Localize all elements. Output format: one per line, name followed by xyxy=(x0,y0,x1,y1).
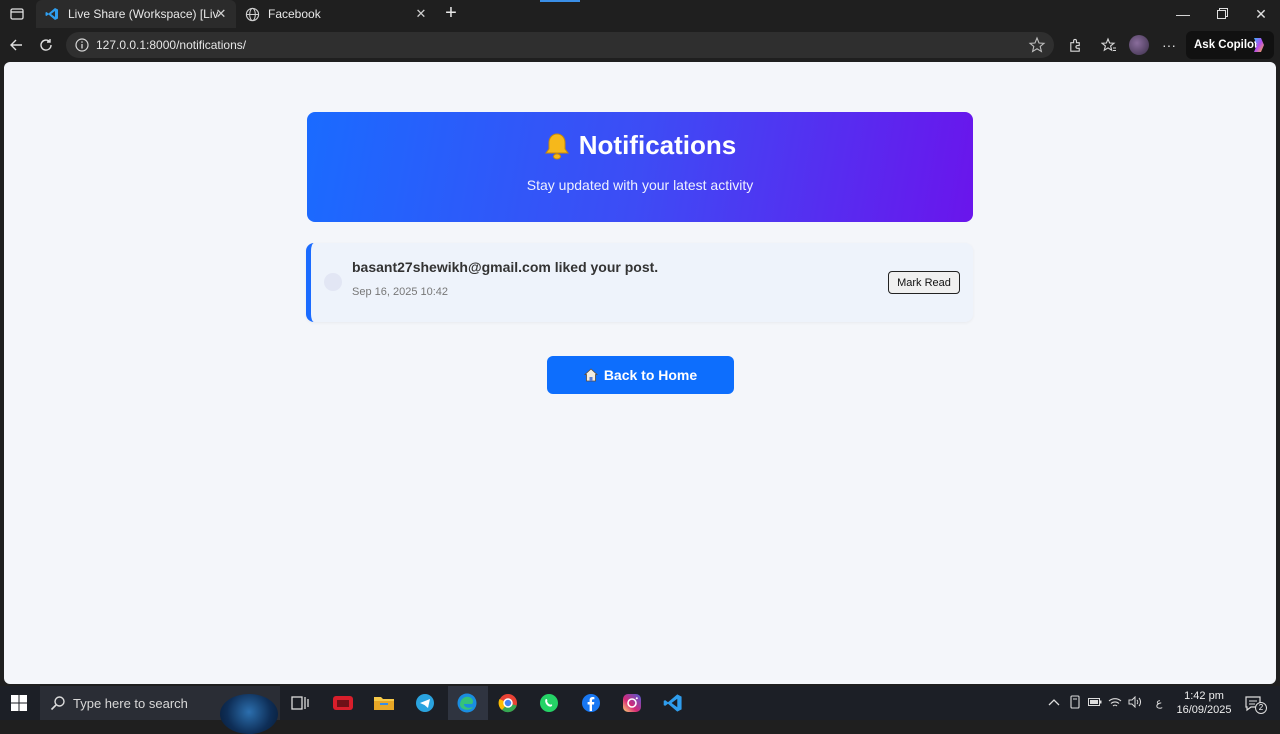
task-view-icon[interactable] xyxy=(289,692,311,714)
browser-toolbar: 127.0.0.1:8000/notifications/ ··· Ask Co… xyxy=(0,28,1280,62)
volume-icon[interactable] xyxy=(1128,695,1142,709)
back-to-home-label: Back to Home xyxy=(603,367,698,383)
vscode-icon xyxy=(44,6,60,22)
search-icon xyxy=(50,696,65,711)
search-placeholder: Type here to search xyxy=(73,696,188,711)
mark-read-button[interactable]: Mark Read xyxy=(888,271,960,294)
close-tab-icon[interactable]: ✕ xyxy=(214,7,228,21)
page-title: Notifications xyxy=(307,130,973,161)
address-bar[interactable]: 127.0.0.1:8000/notifications/ xyxy=(66,32,1054,58)
clock-time: 1:42 pm xyxy=(1184,690,1224,702)
page-title-text: Notifications xyxy=(578,130,737,160)
wifi-icon[interactable] xyxy=(1108,695,1122,709)
reload-button[interactable] xyxy=(36,35,56,55)
tab-actions-icon xyxy=(10,8,24,20)
browser-titlebar: Live Share (Workspace) [Live Shar ✕ Face… xyxy=(0,0,1280,28)
facebook-app-icon[interactable] xyxy=(580,692,602,714)
minimize-button[interactable]: — xyxy=(1173,4,1193,24)
copilot-icon xyxy=(1254,38,1264,52)
close-window-button[interactable]: ✕ xyxy=(1251,4,1271,24)
ask-copilot-button[interactable]: Ask Copilot xyxy=(1186,31,1274,59)
tab-live-share[interactable]: Live Share (Workspace) [Live Shar ✕ xyxy=(36,0,236,28)
reload-icon xyxy=(40,39,52,51)
url-text[interactable]: 127.0.0.1:8000/notifications/ xyxy=(96,38,246,52)
restore-button[interactable] xyxy=(1212,4,1232,24)
notification-timestamp: Sep 16, 2025 10:42 xyxy=(352,286,449,298)
tab-facebook[interactable]: Facebook ✕ xyxy=(236,0,436,28)
copilot-label: Ask Copilot xyxy=(1194,39,1258,51)
favorite-star-icon[interactable] xyxy=(1028,36,1046,54)
notification-item: basant27shewikh@gmail.com liked your pos… xyxy=(306,243,973,322)
page-viewport: Notifications Stay updated with your lat… xyxy=(4,62,1276,684)
tab-title: Facebook xyxy=(268,7,321,21)
input-language[interactable]: ع xyxy=(1152,695,1166,709)
notification-count-badge: 2 xyxy=(1255,702,1267,714)
taskbar-search[interactable]: Type here to search xyxy=(40,686,280,734)
profile-avatar[interactable] xyxy=(1129,35,1149,55)
globe-icon xyxy=(244,6,260,22)
restore-icon xyxy=(1216,8,1228,19)
favorites-icon[interactable] xyxy=(1099,35,1119,55)
notification-message: basant27shewikh@gmail.com liked your pos… xyxy=(352,259,659,275)
notifications-header: Notifications Stay updated with your lat… xyxy=(307,112,973,222)
page-subtitle: Stay updated with your latest activity xyxy=(526,177,754,193)
home-icon xyxy=(583,368,598,382)
chrome-icon[interactable] xyxy=(497,692,519,714)
tab-actions-button[interactable] xyxy=(6,4,28,24)
more-options-icon[interactable]: ··· xyxy=(1159,35,1179,55)
back-button[interactable] xyxy=(6,35,26,55)
telegram-icon[interactable] xyxy=(414,692,436,714)
edge-browser-icon[interactable] xyxy=(456,692,478,714)
windows-taskbar: Type here to search ع 1:42 pm 16/09/2025… xyxy=(0,686,1280,734)
back-to-home-button[interactable]: Back to Home xyxy=(547,356,734,394)
info-icon[interactable] xyxy=(74,37,90,53)
arrow-left-icon xyxy=(10,39,22,51)
bell-icon xyxy=(544,132,569,159)
vscode-taskbar-icon[interactable] xyxy=(662,692,684,714)
photo-app-icon[interactable] xyxy=(332,692,354,714)
chevron-up-icon[interactable] xyxy=(1047,695,1061,709)
tab-indicator xyxy=(540,0,580,2)
file-explorer-icon[interactable] xyxy=(373,692,395,714)
instagram-icon[interactable] xyxy=(621,692,643,714)
windows-start-icon[interactable] xyxy=(10,694,28,712)
device-icon[interactable] xyxy=(1068,695,1082,709)
unread-indicator xyxy=(324,273,342,291)
close-tab-icon[interactable]: ✕ xyxy=(414,7,428,21)
extensions-icon[interactable] xyxy=(1065,35,1085,55)
new-tab-button[interactable]: + xyxy=(441,3,461,24)
search-highlight-globe xyxy=(220,694,278,734)
system-clock[interactable]: 1:42 pm 16/09/2025 xyxy=(1168,689,1240,717)
clock-date: 16/09/2025 xyxy=(1176,704,1232,716)
tab-title: Live Share (Workspace) [Live Shar xyxy=(68,7,218,21)
whatsapp-icon[interactable] xyxy=(538,692,560,714)
battery-icon[interactable] xyxy=(1088,695,1102,709)
